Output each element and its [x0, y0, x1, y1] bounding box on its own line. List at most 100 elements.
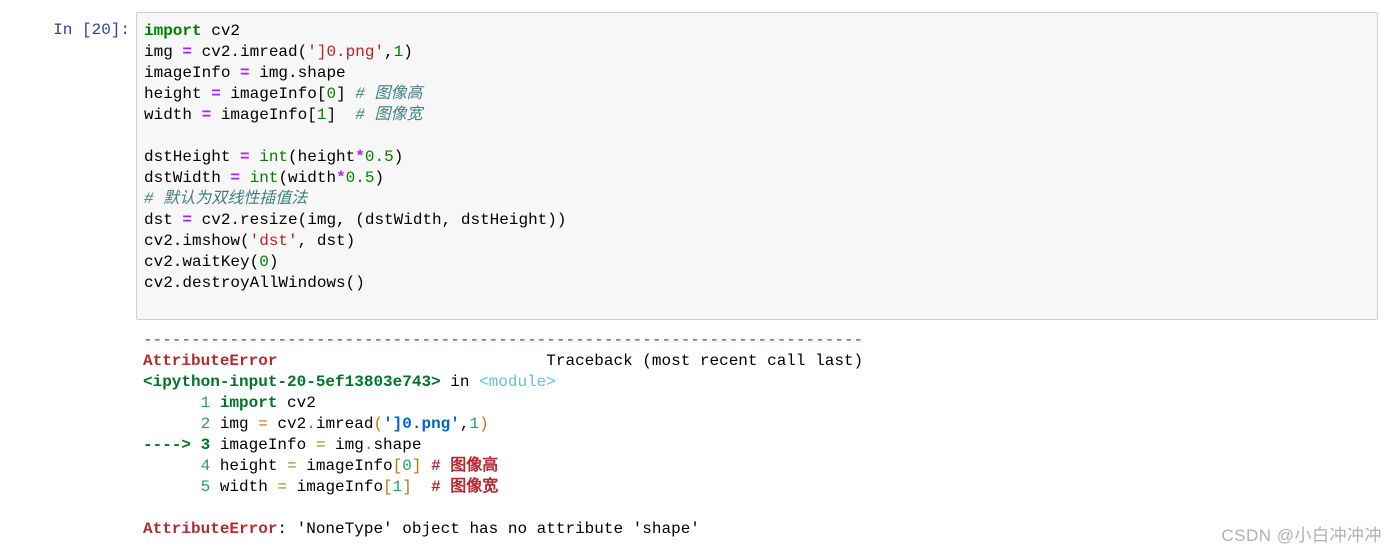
- code-line: dstHeight = int(height*0.5): [144, 147, 566, 168]
- code-token: ,: [384, 43, 394, 61]
- code-token: height: [219, 457, 288, 475]
- code-token: 0: [259, 253, 269, 271]
- code-token: =: [182, 211, 193, 229]
- code-token: import: [219, 394, 278, 412]
- code-token: cv2.imshow(: [144, 232, 250, 250]
- code-token: =: [230, 169, 241, 187]
- code-token: <ipython-input-20-5ef13803e743>: [143, 373, 441, 391]
- output-line: 2 img = cv2.imread(']0.png',1): [143, 414, 863, 435]
- cell-output-traceback: ----------------------------------------…: [143, 330, 863, 540]
- code-token: 1: [316, 106, 327, 124]
- input-prompt: In [20]:: [53, 21, 130, 39]
- output-line: AttributeError: 'NoneType' object has no…: [143, 519, 863, 540]
- code-token: dstHeight: [144, 148, 241, 166]
- code-token: # 图像宽: [431, 478, 499, 496]
- watermark: CSDN @小白冲冲冲: [1221, 526, 1382, 545]
- code-line: cv2.waitKey(0): [144, 252, 566, 273]
- code-token: ): [403, 43, 413, 61]
- code-token: ): [479, 415, 489, 433]
- code-token: (width: [278, 169, 337, 187]
- code-line: imageInfo = img.shape: [144, 63, 566, 84]
- code-token: ']0.png': [383, 415, 460, 433]
- code-line: dstWidth = int(width*0.5): [144, 168, 566, 189]
- code-token: imageInfo[: [211, 106, 317, 124]
- code-token: 2: [143, 415, 220, 433]
- code-token: 1: [469, 415, 480, 433]
- code-token: cv2.destroyAllWindows(): [144, 274, 365, 292]
- code-token: *: [336, 169, 346, 187]
- code-token: shape: [373, 436, 422, 454]
- code-token: : 'NoneType' object has no attribute 'sh…: [277, 520, 700, 538]
- code-line: height = imageInfo[0] # 图像高: [144, 84, 566, 105]
- code-token: imageInfo: [296, 457, 393, 475]
- code-token: # 图像宽: [355, 106, 423, 124]
- code-token: Traceback (most recent call last): [277, 352, 864, 370]
- output-line: ----------------------------------------…: [143, 330, 863, 351]
- code-token: =: [287, 457, 297, 475]
- code-token: cv2.imread(: [192, 43, 308, 61]
- code-token: height: [144, 85, 212, 103]
- code-token: ']0.png': [307, 43, 385, 61]
- code-token: 1: [393, 43, 404, 61]
- code-token: [: [392, 457, 403, 475]
- code-token: 'dst': [249, 232, 298, 250]
- code-token: width: [219, 478, 278, 496]
- code-token: AttributeError: [143, 352, 278, 370]
- code-token: in: [440, 373, 480, 391]
- code-input-area[interactable]: import cv2 img = cv2.imread(']0.png',1) im…: [136, 12, 1378, 320]
- code-line: cv2.imshow('dst', dst): [144, 231, 566, 252]
- code-token: int: [259, 148, 289, 166]
- code-token: 5: [143, 478, 220, 496]
- code-line: dst = cv2.resize(img, (dstWidth, dstHeig…: [144, 210, 566, 231]
- code-token: [: [383, 478, 393, 496]
- code-token: 0.5: [345, 169, 375, 187]
- code-token: (: [373, 415, 384, 433]
- code-token: <module>: [479, 373, 556, 391]
- code-token: 4: [143, 457, 220, 475]
- code-token: cv2: [201, 22, 241, 40]
- code-token: imread: [315, 415, 374, 433]
- code-token: img: [325, 436, 364, 454]
- code-token: ]: [326, 106, 356, 124]
- code-token: # 图像高: [355, 85, 423, 103]
- code-token: 1: [143, 394, 220, 412]
- code-token: =: [240, 64, 250, 82]
- code-token: ]: [336, 85, 356, 103]
- code-token: img.shape: [249, 64, 346, 82]
- output-line: 4 height = imageInfo[0] # 图像高: [143, 456, 863, 477]
- code-token: imageInfo: [219, 436, 316, 454]
- code-token: (height: [288, 148, 356, 166]
- code-token: ): [374, 169, 385, 187]
- code-token: imageInfo: [144, 64, 241, 82]
- code-line: # 默认为双线性插值法: [144, 189, 566, 210]
- code-token: 0: [326, 85, 337, 103]
- code-token: =: [277, 478, 288, 496]
- code-token: width: [144, 106, 202, 124]
- code-token: 1: [392, 478, 403, 496]
- code-editor[interactable]: import cv2 img = cv2.imread(']0.png',1) im…: [144, 21, 566, 294]
- code-token: cv2.waitKey(: [144, 253, 260, 271]
- code-token: 0.5: [364, 148, 394, 166]
- code-line: cv2.destroyAllWindows(): [144, 273, 566, 294]
- code-token: cv2: [277, 394, 316, 412]
- code-token: cv2.resize(img, (dstWidth, dstHeight)): [192, 211, 567, 229]
- output-line: AttributeError Traceback (most recent ca…: [143, 351, 863, 372]
- code-token: # 默认为双线性插值法: [144, 190, 308, 208]
- code-token: dstWidth: [144, 169, 231, 187]
- output-line: 5 width = imageInfo[1] # 图像宽: [143, 477, 863, 498]
- code-token: imageInfo: [287, 478, 384, 496]
- code-token: ----------------------------------------…: [143, 331, 864, 349]
- code-token: =: [258, 415, 268, 433]
- code-token: imageInfo[: [220, 85, 327, 103]
- code-token: 0: [402, 457, 412, 475]
- code-token: *: [355, 148, 365, 166]
- code-token: cv2: [267, 415, 307, 433]
- code-token: =: [182, 43, 193, 61]
- code-token: =: [315, 436, 326, 454]
